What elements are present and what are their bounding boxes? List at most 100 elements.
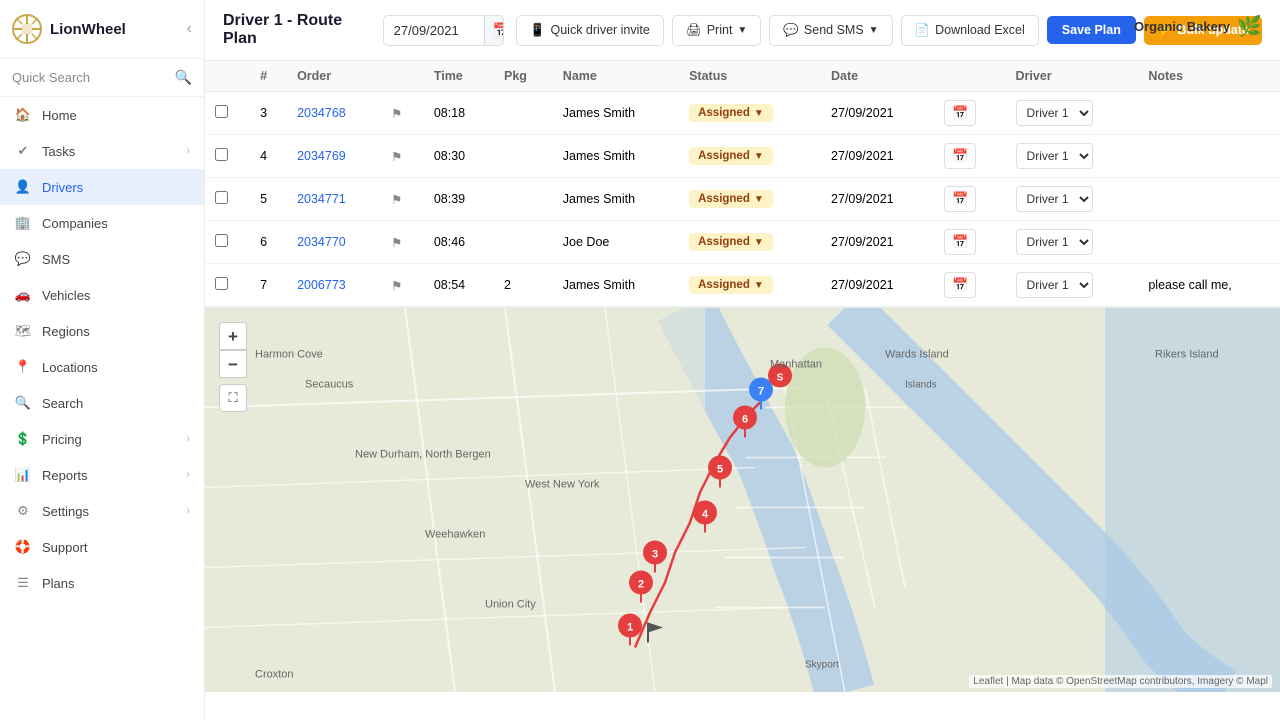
svg-text:Rikers Island: Rikers Island: [1155, 349, 1219, 361]
row-packages-4: 2: [494, 264, 553, 307]
status-badge-3[interactable]: Assigned ▼: [689, 233, 773, 251]
row-flag-icon-2: ⚑: [391, 193, 402, 207]
calendar-button[interactable]: 📅: [484, 16, 504, 45]
col-packages: Pkg: [494, 61, 553, 92]
row-cal-btn-4[interactable]: 📅: [944, 272, 976, 298]
svg-text:Secaucus: Secaucus: [305, 379, 354, 391]
row-checkbox-4[interactable]: [215, 277, 228, 290]
download-excel-button[interactable]: 📄 Download Excel: [901, 15, 1039, 46]
page-title: Driver 1 - Route Plan: [223, 12, 363, 48]
tasks-nav-label: Tasks: [42, 144, 176, 159]
row-notes-2: [1138, 178, 1280, 221]
send-sms-button[interactable]: 💬 Send SMS ▼: [769, 15, 892, 46]
zoom-in-button[interactable]: +: [219, 322, 247, 350]
order-link-2[interactable]: 2034771: [297, 192, 346, 206]
table-row: 7 2006773 ⚑ 08:54 2 James Smith Assigned…: [205, 264, 1280, 307]
navigation: 🏠 Home ✔ Tasks › 👤 Drivers 🏢 Companies 💬…: [0, 97, 204, 601]
row-cal-btn-2[interactable]: 📅: [944, 186, 976, 212]
status-badge-4[interactable]: Assigned ▼: [689, 276, 773, 294]
settings-arrow-icon: ›: [186, 505, 190, 517]
plans-nav-icon: ☰: [14, 575, 32, 591]
sidebar-item-tasks[interactable]: ✔ Tasks ›: [0, 133, 204, 169]
sidebar-item-sms[interactable]: 💬 SMS: [0, 241, 204, 277]
companies-nav-label: Companies: [42, 216, 190, 231]
sidebar: LionWheel ‹ Quick Search 🔍 🏠 Home ✔ Task…: [0, 0, 205, 720]
row-date-1: 27/09/2021: [821, 135, 934, 178]
row-notes-0: [1138, 92, 1280, 135]
save-plan-button[interactable]: Save Plan: [1047, 16, 1136, 44]
print-button[interactable]: 🖨 Print ▼: [672, 15, 761, 46]
route-table: # Order Time Pkg Name Status Date Driver…: [205, 61, 1280, 307]
tasks-nav-icon: ✔: [14, 143, 32, 159]
sidebar-item-reports[interactable]: 📊 Reports ›: [0, 457, 204, 493]
driver-select-3[interactable]: Driver 1 Driver 2 Driver 3: [1016, 229, 1093, 255]
col-name: Name: [553, 61, 679, 92]
row-packages-0: [494, 92, 553, 135]
quick-driver-invite-button[interactable]: 📱 Quick driver invite: [516, 15, 664, 46]
row-name-1: James Smith: [553, 135, 679, 178]
row-checkbox-3[interactable]: [215, 234, 228, 247]
order-link-1[interactable]: 2034769: [297, 149, 346, 163]
row-checkbox-1[interactable]: [215, 148, 228, 161]
sidebar-item-locations[interactable]: 📍 Locations: [0, 349, 204, 385]
order-link-3[interactable]: 2034770: [297, 235, 346, 249]
invite-icon: 📱: [530, 23, 546, 38]
date-input[interactable]: [384, 17, 484, 44]
sidebar-item-pricing[interactable]: 💲 Pricing ›: [0, 421, 204, 457]
driver-select-0[interactable]: Driver 1 Driver 2 Driver 3: [1016, 100, 1093, 126]
sidebar-item-plans[interactable]: ☰ Plans: [0, 565, 204, 601]
status-badge-2[interactable]: Assigned ▼: [689, 190, 773, 208]
settings-nav-icon: ⚙: [14, 503, 32, 519]
vehicles-nav-label: Vehicles: [42, 288, 190, 303]
row-cal-btn-3[interactable]: 📅: [944, 229, 976, 255]
row-date-2: 27/09/2021: [821, 178, 934, 221]
sidebar-item-companies[interactable]: 🏢 Companies: [0, 205, 204, 241]
quick-search-icon[interactable]: 🔍: [175, 69, 192, 86]
order-link-4[interactable]: 2006773: [297, 278, 346, 292]
table-row: 3 2034768 ⚑ 08:18 James Smith Assigned ▼…: [205, 92, 1280, 135]
svg-text:Croxton: Croxton: [255, 669, 294, 681]
row-cal-btn-0[interactable]: 📅: [944, 100, 976, 126]
zoom-out-button[interactable]: −: [219, 350, 247, 378]
svg-text:Weehawken: Weehawken: [425, 529, 485, 541]
row-packages-1: [494, 135, 553, 178]
row-checkbox-2[interactable]: [215, 191, 228, 204]
content-area: # Order Time Pkg Name Status Date Driver…: [205, 61, 1280, 720]
driver-select-4[interactable]: Driver 1 Driver 2 Driver 3: [1016, 272, 1093, 298]
driver-select-2[interactable]: Driver 1 Driver 2 Driver 3: [1016, 186, 1093, 212]
row-checkbox-0[interactable]: [215, 105, 228, 118]
row-cal-btn-1[interactable]: 📅: [944, 143, 976, 169]
sidebar-item-search[interactable]: 🔍 Search: [0, 385, 204, 421]
app-title: LionWheel: [50, 21, 126, 38]
quick-search-row: Quick Search 🔍: [0, 59, 204, 97]
sidebar-item-support[interactable]: 🛟 Support: [0, 529, 204, 565]
excel-label: Download Excel: [935, 23, 1025, 37]
col-notes: Notes: [1138, 61, 1280, 92]
sidebar-collapse-button[interactable]: ‹: [187, 20, 192, 38]
fullscreen-button[interactable]: ⛶: [219, 384, 247, 412]
order-link-0[interactable]: 2034768: [297, 106, 346, 120]
col-time: Time: [424, 61, 494, 92]
svg-text:1: 1: [627, 622, 633, 634]
invite-label: Quick driver invite: [551, 23, 650, 37]
status-badge-1[interactable]: Assigned ▼: [689, 147, 773, 165]
pricing-nav-icon: 💲: [14, 431, 32, 447]
sidebar-item-regions[interactable]: 🗺 Regions: [0, 313, 204, 349]
row-num-4: 7: [250, 264, 287, 307]
sidebar-item-home[interactable]: 🏠 Home: [0, 97, 204, 133]
svg-text:New Durham, North Bergen: New Durham, North Bergen: [355, 449, 491, 461]
driver-select-1[interactable]: Driver 1 Driver 2 Driver 3: [1016, 143, 1093, 169]
map-attribution: Leaflet | Map data © OpenStreetMap contr…: [969, 675, 1272, 688]
row-flag-icon-4: ⚑: [391, 279, 402, 293]
status-badge-0[interactable]: Assigned ▼: [689, 104, 773, 122]
sidebar-item-settings[interactable]: ⚙ Settings ›: [0, 493, 204, 529]
date-picker: 📅: [383, 15, 504, 46]
locations-nav-icon: 📍: [14, 359, 32, 375]
row-name-3: Joe Doe: [553, 221, 679, 264]
sidebar-item-drivers[interactable]: 👤 Drivers: [0, 169, 204, 205]
toolbar: Driver 1 - Route Plan 📅 📱 Quick driver i…: [205, 0, 1280, 61]
row-num-2: 5: [250, 178, 287, 221]
sidebar-item-vehicles[interactable]: 🚗 Vehicles: [0, 277, 204, 313]
col-num: #: [250, 61, 287, 92]
row-num-0: 3: [250, 92, 287, 135]
